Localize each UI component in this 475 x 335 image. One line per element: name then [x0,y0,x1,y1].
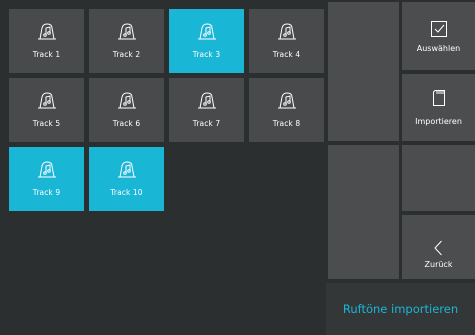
info-panel-top [328,2,399,141]
import-label: Importieren [415,117,462,126]
ringtone-icon [197,23,216,40]
track-label: Track 9 [32,188,61,197]
track-label: Track 8 [272,119,301,128]
ringtone-icon [197,92,216,109]
track-tile[interactable]: Track 2 [89,9,164,73]
empty-panel [402,145,475,211]
track-label: Track 7 [192,119,221,128]
checkbox-icon [430,21,447,37]
track-tile[interactable]: Track 3 [169,9,244,73]
footer-title-bar: Ruftöne importieren [326,283,475,335]
track-tile[interactable]: Track 1 [9,9,84,73]
track-label: Track 6 [112,119,141,128]
track-tile[interactable]: Track 8 [249,78,324,142]
track-label: Track 1 [32,50,61,59]
back-label: Zurück [424,260,453,269]
ringtone-icon [117,161,136,178]
track-tile[interactable]: Track 9 [9,147,84,211]
ringtone-icon [117,92,136,109]
ringtone-icon [277,23,296,40]
track-label: Track 2 [112,50,141,59]
track-label: Track 4 [272,50,301,59]
track-label: Track 5 [32,119,61,128]
ringtone-icon [277,92,296,109]
sd-card-icon [432,90,445,106]
ringtone-icon [37,23,56,40]
track-label: Track 3 [192,50,221,59]
select-label: Auswählen [416,44,461,53]
ringtone-grid: Track 1 Track 2 Track 3 Track 4 Track 5 … [0,0,326,335]
chevron-left-icon [433,240,442,256]
action-sidebar: Auswählen Importieren Zurück Ruftöne imp… [326,0,475,335]
footer-title: Ruftöne importieren [342,302,459,316]
info-panel-bottom [328,145,399,279]
track-tile[interactable]: Track 4 [249,9,324,73]
track-tile[interactable]: Track 6 [89,78,164,142]
select-button[interactable]: Auswählen [402,2,475,70]
ringtone-icon [117,23,136,40]
back-button[interactable]: Zurück [402,215,475,279]
import-button[interactable]: Importieren [402,74,475,141]
track-tile[interactable]: Track 7 [169,78,244,142]
ringtone-icon [37,92,56,109]
track-label: Track 10 [110,188,143,197]
track-tile[interactable]: Track 10 [89,147,164,211]
ringtone-icon [37,161,56,178]
track-tile[interactable]: Track 5 [9,78,84,142]
